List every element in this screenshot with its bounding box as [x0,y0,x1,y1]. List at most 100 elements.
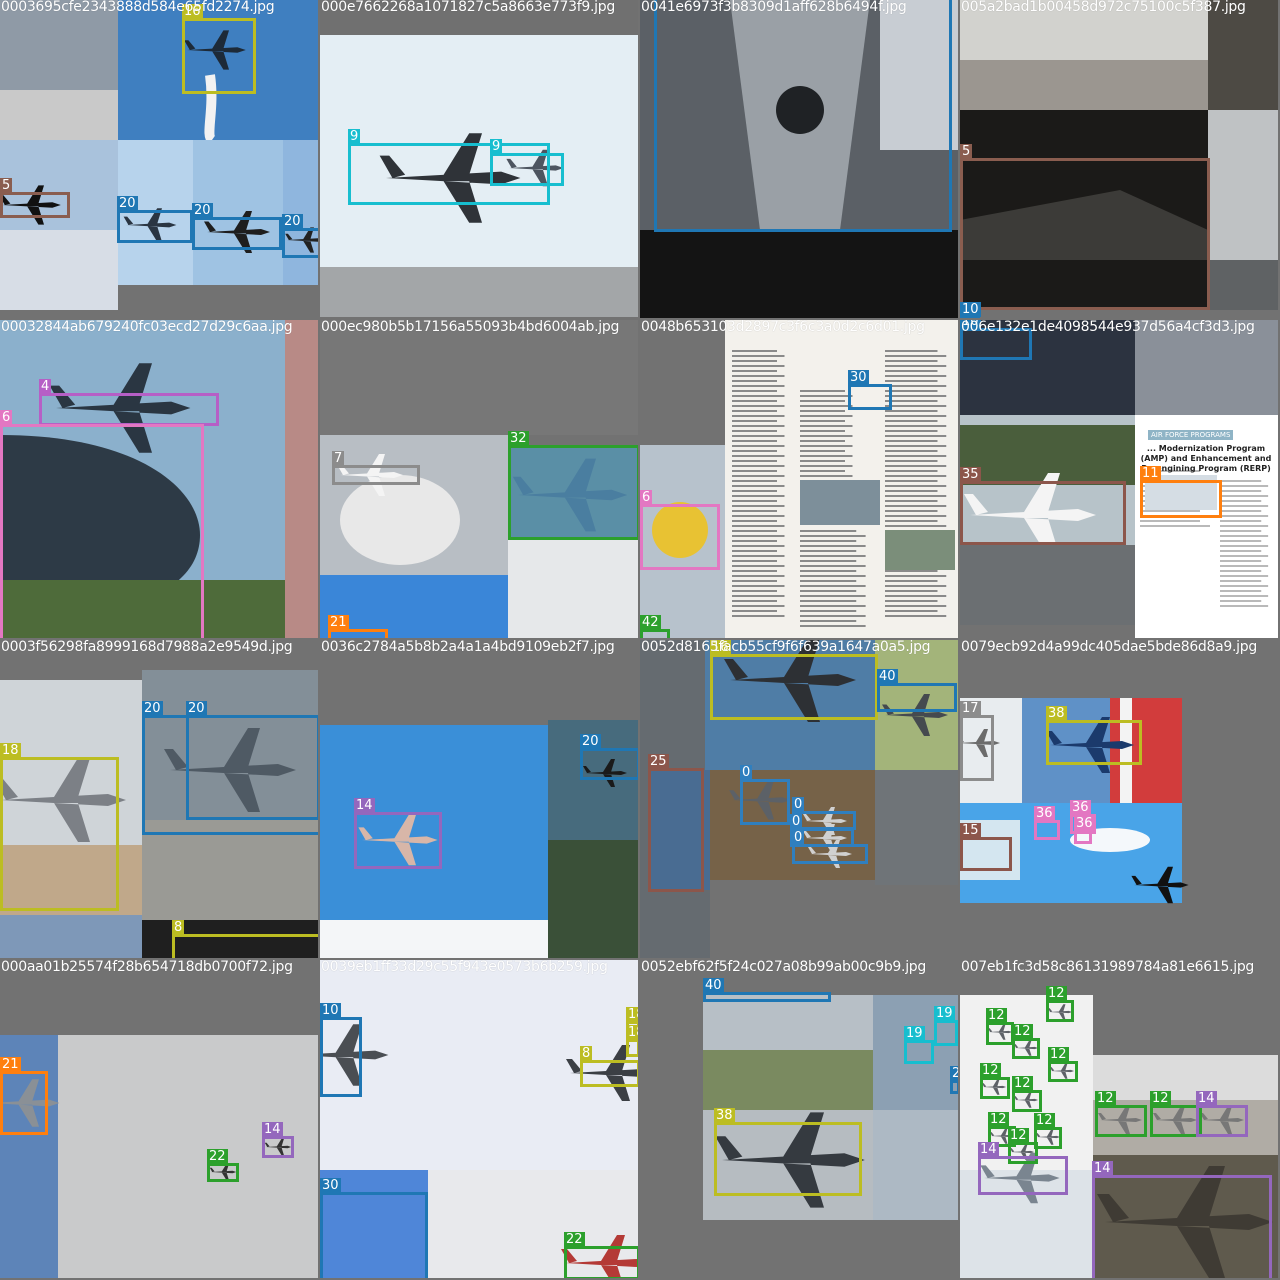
mosaic-tile-12: 000aa01b25574f28b654718db0700f72.jpg 21 14… [0,960,318,1278]
detection-box: 20 [282,214,318,258]
class-label: 19 [904,1026,925,1041]
detection-box: 36 [1034,806,1060,840]
tile-filename: 006e132e1de4098544e937d56a4cf3d3.jpg [961,320,1255,335]
class-label: 21 [328,615,349,630]
detection-box: 12 [1012,1076,1042,1112]
detection-box: 10 [654,0,952,232]
detection-box: 42 [640,615,670,638]
apron [1208,260,1278,310]
detection-box: 19 [904,1026,934,1064]
class-label: 12 [1150,1091,1171,1106]
detection-box: 19 [934,1006,958,1046]
detection-box: 12 [1150,1091,1202,1137]
class-label: 12 [1008,1128,1029,1143]
detection-box: 8 [172,920,318,958]
detection-box: 22 [207,1149,239,1182]
runway [960,545,1135,625]
sky [0,915,142,958]
class-label: 8 [172,920,185,935]
class-label: 36 [1074,816,1095,831]
class-label: 12 [1012,1076,1033,1091]
water-drop-plume [340,475,460,565]
class-label: 7 [332,451,345,466]
class-label: 12 [1048,1047,1069,1062]
detection-box: 14 [978,1142,1068,1195]
class-label: 20 [186,701,207,716]
detection-box: 17 [960,701,994,781]
mountain-haze [320,267,638,317]
class-label: 20 [117,196,138,211]
tile-filename: 005a2bad1b00458d972c75100c5f387.jpg [961,0,1246,15]
detection-box: 18 [0,743,119,911]
sky [703,995,873,1050]
class-label: 22 [207,1149,228,1164]
tile-filename: 0079ecb92d4a99dc405dae5bde86d8a9.jpg [961,640,1257,655]
class-label: 36 [1034,806,1055,821]
class-label: 6 [0,410,13,425]
tile-filename: 0052d8165facb55cf9f6f639a1647a0a5.jpg [641,640,931,655]
detection-box: 38 [1046,706,1142,765]
class-label: 30 [320,1178,341,1193]
class-label: 12 [1095,1091,1116,1106]
photo [875,770,958,885]
tile-filename: 000aa01b25574f28b654718db0700f72.jpg [1,960,293,975]
padding [640,1220,958,1278]
haze [873,1110,958,1220]
class-label: 12 [988,1112,1009,1127]
class-label: 38 [1046,706,1067,721]
class-label: 38 [714,1108,735,1123]
class-label: 18 [0,743,21,758]
class-label: 20 [282,214,303,229]
class-label: 4 [39,379,52,394]
detection-box: 12 [1046,986,1074,1022]
tile-photo [960,320,1278,638]
mosaic-tile-5: 000ec980b5b17156a55093b4bd6004ab.jpg 7 32 2… [320,320,638,638]
class-label: 40 [877,669,898,684]
class-label: 21 [0,1057,21,1072]
mosaic-tile-15: 007eb1fc3d58c86131989784a81e6615.jpg 12 12… [960,960,1278,1278]
class-label: 9 [490,139,503,154]
class-label: 42 [640,615,661,630]
class-label: 12 [1046,986,1067,1001]
detection-box: 16 [710,640,878,720]
detection-box: 38 [714,1108,862,1196]
mosaic-tile-8: 0003f56298fa8999168d7988a2e9549d.jpg 18 20… [0,640,318,958]
tile-filename: 0003695cfe2343888d584e65fd2274.jpg [1,0,275,15]
deck-surface [0,90,118,140]
class-label: 8 [580,1046,593,1061]
taxiway [142,820,318,920]
class-label: 12 [980,1063,1001,1078]
detection-box: 9 [490,139,564,186]
detection-box: 16 [182,4,256,94]
detection-box: 6 [640,490,720,570]
class-label: 0 [740,765,753,780]
detection-box: 2 [950,1066,958,1094]
detection-box: 14 [1196,1091,1248,1137]
news-photo [885,530,955,570]
class-label: 14 [1196,1091,1217,1106]
detection-box: 15 [960,823,1012,871]
class-label: 17 [960,701,981,716]
class-label: 12 [1012,1024,1033,1039]
class-label: 19 [934,1006,955,1021]
tile-filename: 00032844ab679240fc03ecd27d29c6aa.jpg [1,320,293,335]
class-label: 25 [648,754,669,769]
class-label: 9 [348,129,361,144]
haze [320,920,548,958]
class-label: 0 [790,814,803,829]
detection-box: 22 [564,1232,638,1278]
class-label: 14 [1092,1161,1113,1176]
tile-filename: 000ec980b5b17156a55093b4bd6004ab.jpg [321,320,620,335]
tile-photo [640,960,958,1278]
detection-box: 40 [703,978,831,1002]
tile-filename: 007eb1fc3d58c86131989784a81e6615.jpg [961,960,1254,975]
mosaic-grid: 0003695cfe2343888d584e65fd2274.jpg 16 5 20 2… [0,0,1280,1280]
class-label: 20 [142,701,163,716]
class-label: 10 [320,1003,341,1018]
mosaic-tile-9: 0036c2784a5b8b2a4a1a4bd9109eb2f7.jpg 14 20 [320,640,638,958]
detection-box: 5 [960,144,1210,310]
cloud-panel [508,540,638,638]
mosaic-tile-2: 0041e6973f3b8309d1aff628b6494f.jpg10 [640,0,958,318]
detection-box: 0 [740,765,790,825]
class-label: 12 [1034,1113,1055,1128]
